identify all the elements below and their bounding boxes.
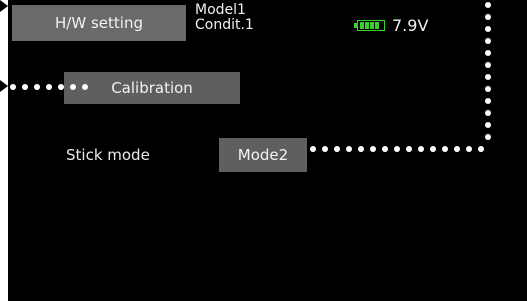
hw-setting-title-button[interactable]: H/W setting	[12, 5, 186, 41]
callout-dot	[358, 146, 364, 152]
model-info: Model1 Condit.1	[195, 3, 254, 33]
callout-dot	[485, 134, 491, 140]
callout-dot	[442, 146, 448, 152]
callout-dot	[485, 110, 491, 116]
callout-dot	[34, 84, 40, 90]
model-name: Model1	[195, 2, 246, 18]
callout-dot	[485, 26, 491, 32]
callout-dot	[485, 14, 491, 20]
callout-dot	[485, 38, 491, 44]
callout-dot	[478, 146, 484, 152]
callout-dot	[466, 146, 472, 152]
callout-dot	[334, 146, 340, 152]
callout-dot	[454, 146, 460, 152]
callout-dot	[22, 84, 28, 90]
callout-dot	[46, 84, 52, 90]
callout-dot	[406, 146, 412, 152]
callout-dot	[70, 84, 76, 90]
callout-dot	[322, 146, 328, 152]
stick-mode-button[interactable]: Mode2	[219, 138, 307, 172]
callout-dot	[310, 146, 316, 152]
calibration-button[interactable]: Calibration	[64, 72, 240, 104]
callout-dot	[485, 98, 491, 104]
condition-name: Condit.1	[195, 17, 254, 33]
callout-dot	[10, 84, 16, 90]
callout-dot	[485, 62, 491, 68]
callout-dot	[346, 146, 352, 152]
battery-icon	[354, 20, 386, 31]
callout-dot	[82, 84, 88, 90]
callout-arrow-top-left	[0, 0, 8, 12]
callout-dot	[485, 122, 491, 128]
callout-dot	[418, 146, 424, 152]
callout-arrow-left	[0, 80, 8, 92]
callout-dot	[382, 146, 388, 152]
callout-dot	[430, 146, 436, 152]
callout-dot	[485, 74, 491, 80]
callout-dot	[370, 146, 376, 152]
battery-voltage: 7.9V	[392, 16, 429, 35]
stick-mode-label: Stick mode	[66, 146, 150, 164]
callout-dot	[394, 146, 400, 152]
callout-dot	[485, 50, 491, 56]
callout-dot	[58, 84, 64, 90]
transmitter-screen: H/W setting Model1 Condit.1 7.9V Calibra…	[8, 0, 527, 301]
callout-dot	[485, 86, 491, 92]
callout-dot	[485, 2, 491, 8]
